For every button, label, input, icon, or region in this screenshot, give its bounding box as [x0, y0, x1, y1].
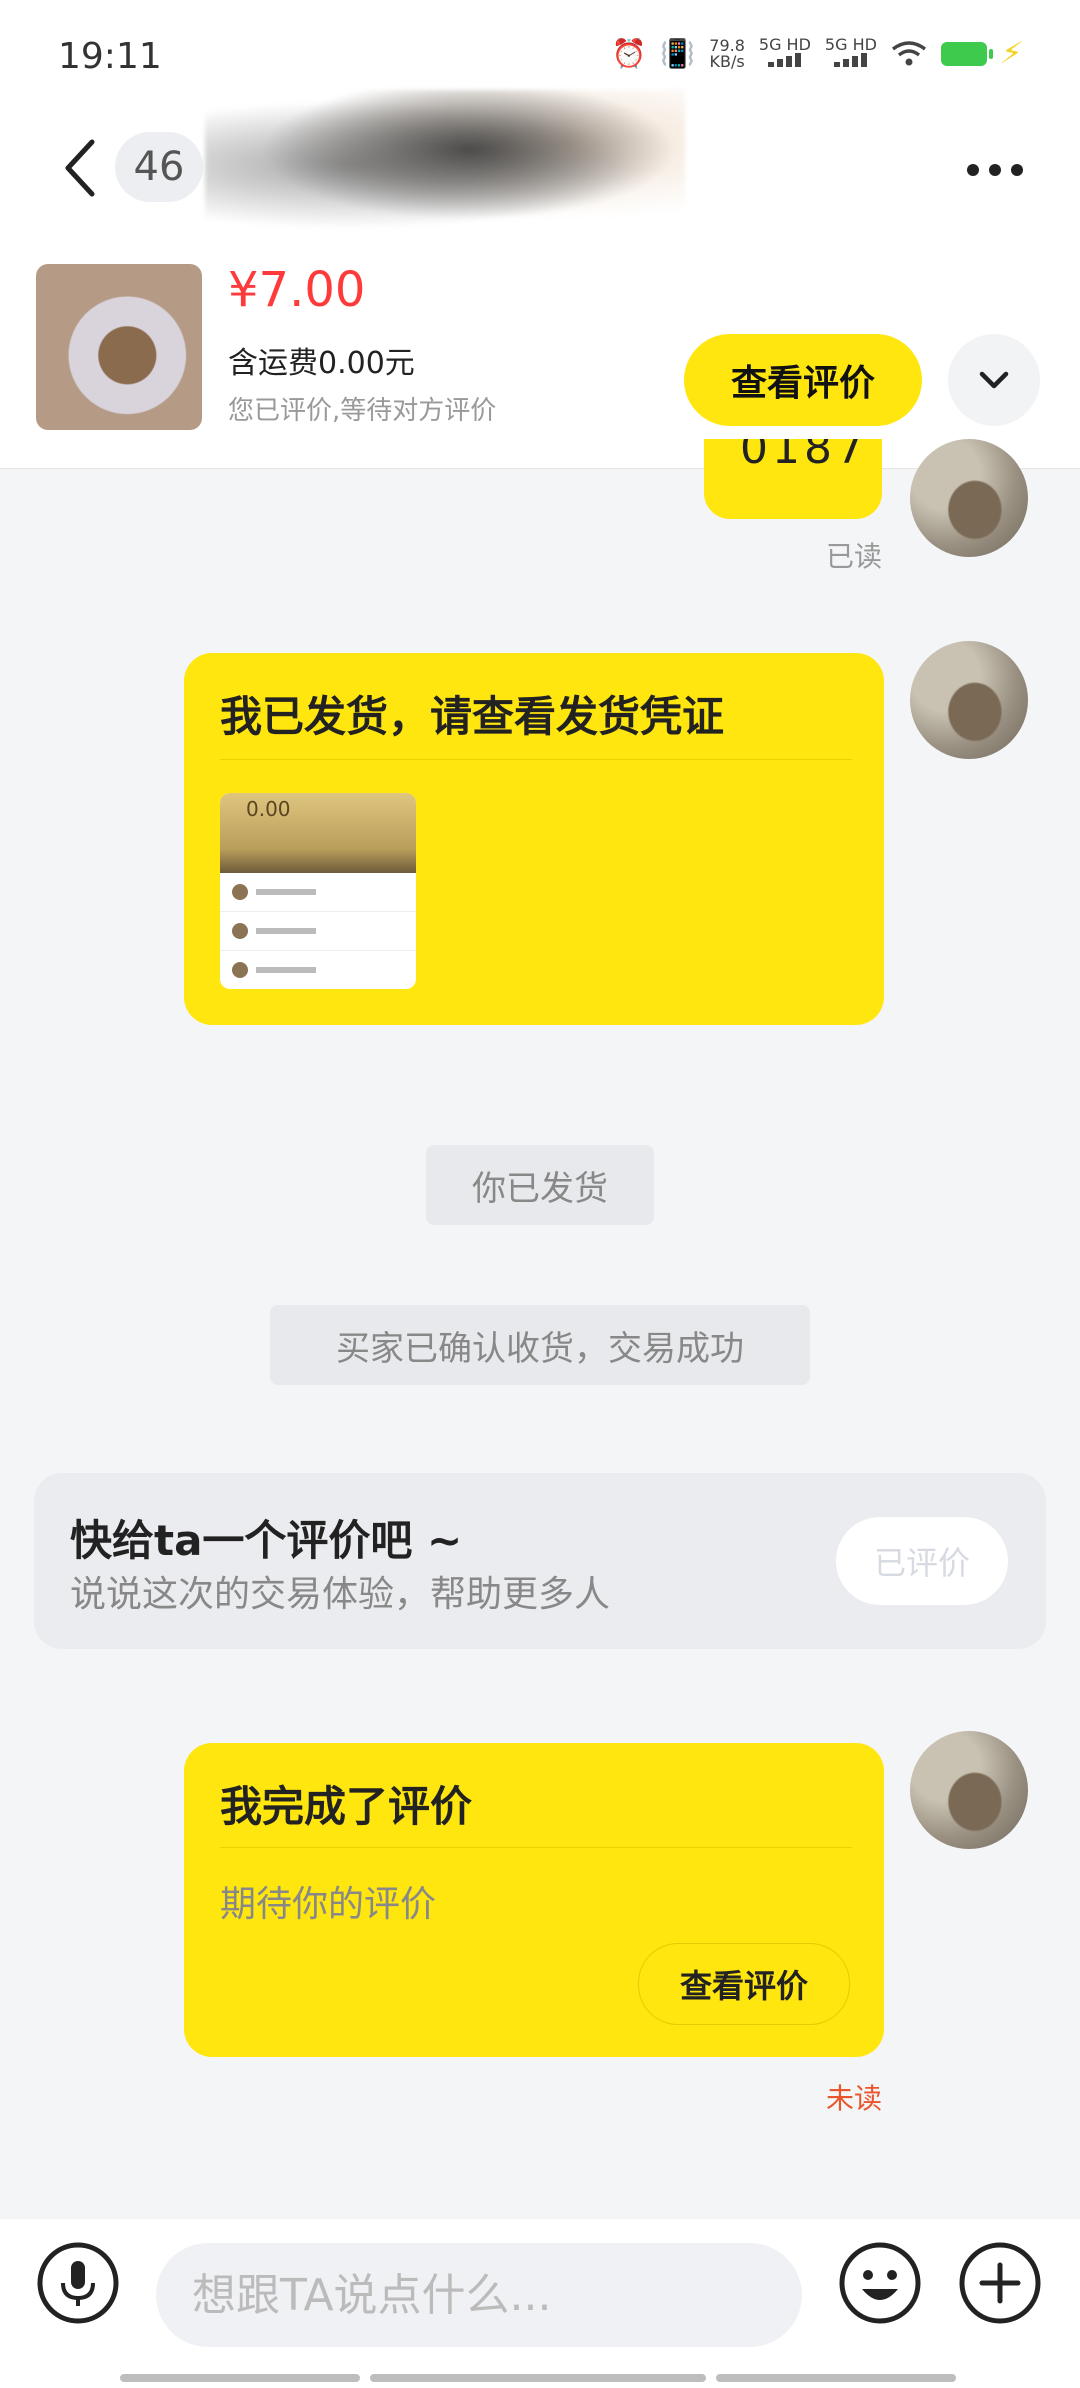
avatar[interactable]: [910, 1731, 1028, 1849]
shipping-proof-card[interactable]: 我已发货，请查看发货凭证 0.00: [184, 653, 884, 1025]
review-prompt-title: 快给ta一个评价吧 ~: [70, 1516, 463, 1565]
emoji-button[interactable]: [838, 2241, 922, 2325]
shipping-proof-image[interactable]: 0.00: [220, 793, 416, 989]
signal-bars-icon: [833, 53, 868, 67]
navigation-bar: [0, 2372, 1080, 2388]
divider: [220, 759, 852, 760]
unread-count-badge: 46: [115, 132, 203, 202]
sim1-label: 5G HD: [758, 35, 811, 54]
review-prompt-subtitle: 说说这次的交易体验，帮助更多人: [70, 1574, 611, 1615]
chevron-down-icon: [979, 371, 1009, 389]
review-prompt-card: 快给ta一个评价吧 ~ 说说这次的交易体验，帮助更多人 已评价: [34, 1473, 1046, 1649]
back-button[interactable]: [50, 128, 110, 208]
message-bubble-partial[interactable]: 0187: [704, 439, 882, 519]
divider: [220, 1847, 852, 1848]
reviewed-button[interactable]: 已评价: [836, 1517, 1008, 1605]
net-speed-unit: KB/s: [709, 51, 745, 71]
emoji-icon: [839, 2242, 921, 2324]
chat-screen: 19:11 ⏰ 📳 79.8 KB/s 5G HD 5G HD ⚡ 46 ¥7.…: [0, 0, 1080, 2388]
message-input[interactable]: [156, 2243, 802, 2347]
nav-indicator[interactable]: [120, 2374, 360, 2382]
signal-bars-icon: [767, 53, 802, 67]
review-status: 您已评价,等待对方评价: [228, 396, 497, 426]
sim2-signal: 5G HD: [825, 37, 877, 70]
proof-amount: 0.00: [246, 797, 291, 821]
status-time: 19:11: [58, 36, 162, 77]
avatar[interactable]: [910, 641, 1028, 759]
shipping-card-title: 我已发货，请查看发货凭证: [220, 692, 725, 741]
chevron-left-icon: [65, 139, 95, 197]
product-card[interactable]: ¥7.00 含运费0.00元 您已评价,等待对方评价 查看评价: [0, 250, 1080, 469]
more-actions-button[interactable]: [958, 2241, 1042, 2325]
message-list[interactable]: 0187 已读 我已发货，请查看发货凭证 0.00 你已发货 买家已确认收货，交…: [0, 439, 1080, 2219]
more-button[interactable]: [960, 140, 1030, 200]
collapse-button[interactable]: [948, 334, 1040, 426]
review-done-card[interactable]: 我完成了评价 期待你的评价 查看评价: [184, 1743, 884, 2057]
shipping-fee: 含运费0.00元: [228, 346, 415, 381]
review-done-subtitle: 期待你的评价: [220, 1884, 437, 1925]
review-done-title: 我完成了评价: [220, 1782, 473, 1831]
wifi-icon: [891, 40, 926, 65]
partial-message-text: 0187: [740, 439, 868, 474]
plus-icon: [959, 2242, 1041, 2324]
more-dots-icon: [967, 164, 979, 176]
vibrate-icon: 📳: [660, 37, 696, 70]
system-message-confirmed: 买家已确认收货，交易成功: [270, 1305, 810, 1385]
alarm-icon: ⏰: [611, 37, 647, 70]
redacted-contact-name: [205, 90, 685, 240]
input-bar: [0, 2219, 1080, 2369]
more-dots-icon: [989, 164, 1001, 176]
chat-header: 46: [0, 90, 1080, 250]
charging-icon: ⚡: [997, 36, 1026, 71]
sim1-signal: 5G HD: [759, 37, 811, 70]
sim2-label: 5G HD: [824, 35, 877, 54]
battery-icon: [940, 41, 993, 66]
nav-indicator[interactable]: [716, 2374, 956, 2382]
voice-button[interactable]: [36, 2241, 120, 2325]
product-thumbnail[interactable]: [36, 264, 202, 430]
microphone-icon: [37, 2242, 119, 2324]
view-review-button[interactable]: 查看评价: [638, 1943, 850, 2025]
system-message-shipped: 你已发货: [426, 1145, 654, 1225]
unread-receipt: 未读: [826, 2082, 883, 2115]
view-review-button[interactable]: 查看评价: [684, 334, 922, 426]
avatar[interactable]: [910, 439, 1028, 557]
more-dots-icon: [1011, 164, 1023, 176]
status-icons: ⏰ 📳 79.8 KB/s 5G HD 5G HD ⚡: [611, 36, 1026, 71]
net-speed: 79.8 KB/s: [709, 37, 745, 71]
read-receipt: 已读: [826, 540, 883, 573]
product-price: ¥7.00: [228, 262, 366, 318]
nav-indicator[interactable]: [370, 2374, 706, 2382]
